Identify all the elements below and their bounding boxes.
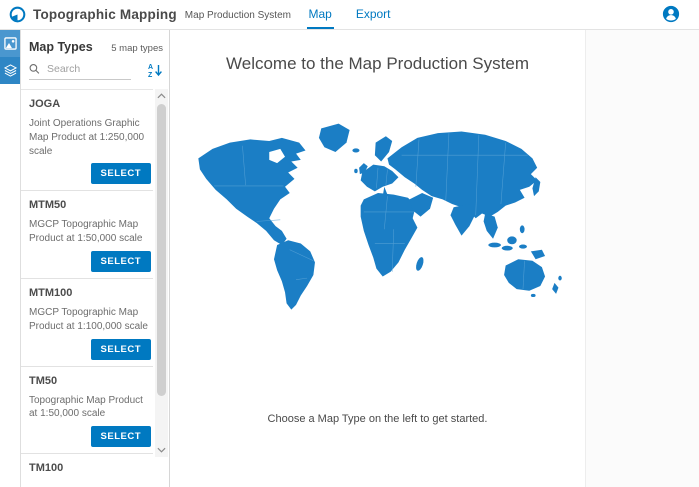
map-type-card: TM100 SELECT	[21, 454, 153, 471]
sidebar-search-row: A Z	[21, 60, 169, 89]
map-type-actions: SELECT	[29, 426, 151, 447]
map-wrap	[170, 111, 585, 316]
sort-az-icon: A Z	[147, 62, 163, 78]
map-type-list-viewport: JOGA Joint Operations Graphic Map Produc…	[21, 89, 169, 487]
map-type-card: TM50 Topographic Map Product at 1:50,000…	[21, 367, 153, 455]
sort-az-button[interactable]: A Z	[147, 62, 163, 80]
search-icon	[29, 63, 40, 75]
action-bar	[0, 30, 21, 487]
map-type-actions: SELECT	[29, 339, 151, 360]
map-type-count: 5 map types	[111, 43, 163, 54]
scroll-up-icon[interactable]	[155, 89, 168, 103]
map-type-title: TM50	[29, 375, 151, 387]
map-type-list: JOGA Joint Operations Graphic Map Produc…	[21, 89, 153, 471]
map-type-description: MGCP Topographic Map Product at 1:100,00…	[29, 306, 151, 334]
select-button[interactable]: SELECT	[91, 426, 151, 447]
search-input[interactable]	[45, 62, 131, 76]
welcome-panel: Welcome to the Map Production System	[170, 30, 586, 487]
map-types-sidebar: Map Types 5 map types A Z	[21, 30, 170, 487]
helper-text: Choose a Map Type on the left to get sta…	[170, 413, 585, 425]
map-panel-icon	[4, 37, 17, 50]
nav-tab-map[interactable]: Map	[306, 0, 333, 29]
world-map-graphic	[181, 111, 575, 316]
map-type-card: MTM50 MGCP Topographic Map Product at 1:…	[21, 191, 153, 279]
app-brand: Topographic Mapping Map Production Syste…	[0, 6, 291, 23]
action-bar-group	[0, 30, 20, 84]
map-type-card: JOGA Joint Operations Graphic Map Produc…	[21, 90, 153, 191]
app-body: Map Types 5 map types A Z	[0, 30, 699, 487]
app-header: Topographic Mapping Map Production Syste…	[0, 0, 699, 30]
user-avatar-icon[interactable]	[662, 5, 680, 23]
app-title: Topographic Mapping	[33, 7, 177, 22]
layers-panel-button[interactable]	[0, 57, 20, 84]
layers-icon	[4, 64, 17, 77]
map-type-title: TM100	[29, 462, 151, 471]
search-box[interactable]	[29, 62, 131, 80]
app-subtitle: Map Production System	[185, 8, 291, 21]
welcome-title: Welcome to the Map Production System	[170, 54, 585, 74]
map-type-actions: SELECT	[29, 251, 151, 272]
select-button[interactable]: SELECT	[91, 251, 151, 272]
map-type-title: MTM100	[29, 287, 151, 299]
map-type-title: MTM50	[29, 199, 151, 211]
nav-tab-export[interactable]: Export	[354, 0, 393, 29]
map-type-description: MGCP Topographic Map Product at 1:50,000…	[29, 218, 151, 246]
scrollbar-thumb[interactable]	[157, 104, 166, 396]
select-button[interactable]: SELECT	[91, 163, 151, 184]
select-button[interactable]: SELECT	[91, 339, 151, 360]
globe-icon	[9, 6, 26, 23]
svg-text:A: A	[148, 64, 153, 71]
map-type-actions: SELECT	[29, 163, 151, 184]
map-type-card: MTM100 MGCP Topographic Map Product at 1…	[21, 279, 153, 367]
main-area: Welcome to the Map Production System	[170, 30, 699, 487]
map-types-panel-button[interactable]	[0, 30, 20, 57]
map-type-description: Topographic Map Product at 1:50,000 scal…	[29, 394, 151, 422]
sidebar-header: Map Types 5 map types	[21, 30, 169, 60]
map-type-description: Joint Operations Graphic Map Product at …	[29, 117, 151, 158]
top-nav: Map Export	[306, 0, 392, 29]
scroll-down-icon[interactable]	[155, 443, 168, 457]
sidebar-scrollbar[interactable]	[155, 89, 168, 457]
svg-text:Z: Z	[148, 72, 153, 78]
map-type-title: JOGA	[29, 98, 151, 110]
sidebar-title: Map Types	[29, 40, 93, 54]
